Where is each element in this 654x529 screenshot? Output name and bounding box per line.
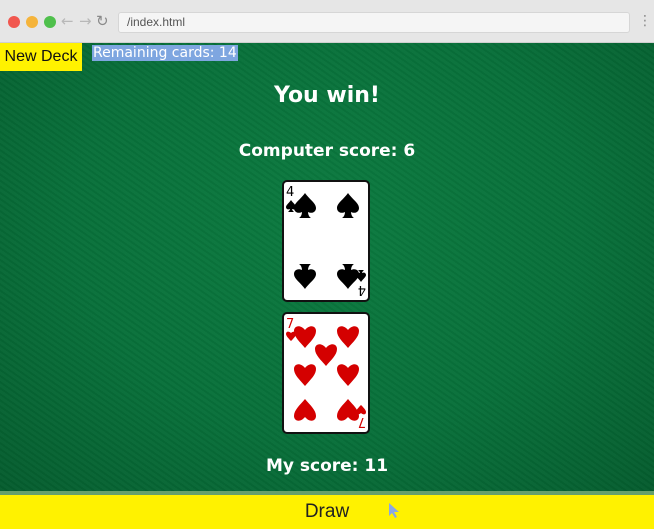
remaining-cards-text: Remaining cards: 14	[92, 45, 238, 61]
minimize-window-button[interactable]	[26, 16, 38, 28]
maximize-window-button[interactable]	[44, 16, 56, 28]
result-heading: You win!	[274, 83, 380, 108]
game-table: New Deck Remaining cards: 14 You win! Co…	[0, 43, 654, 493]
player-score: My score: 11	[265, 456, 389, 476]
new-deck-button[interactable]: New Deck	[0, 43, 82, 71]
reload-icon[interactable]: ↻	[96, 12, 109, 30]
computer-score: Computer score: 6	[238, 141, 416, 161]
card-rank-top: 4	[286, 185, 294, 200]
forward-arrow-icon[interactable]: →	[79, 12, 92, 30]
mouse-pointer-icon	[389, 503, 399, 518]
svg-text:7: 7	[358, 414, 366, 429]
svg-text:7: 7	[286, 317, 294, 332]
close-window-button[interactable]	[8, 16, 20, 28]
computer-card: 4 4	[282, 180, 370, 302]
address-bar[interactable]: /index.html	[118, 12, 630, 33]
browser-menu-icon[interactable]: ⋮	[638, 14, 652, 28]
svg-text:4: 4	[358, 282, 366, 297]
back-arrow-icon[interactable]: ←	[61, 12, 74, 30]
draw-button[interactable]: Draw	[0, 495, 654, 529]
player-card: 7 7	[282, 312, 370, 434]
browser-toolbar: ← → ↻ /index.html ⋮	[0, 0, 654, 43]
